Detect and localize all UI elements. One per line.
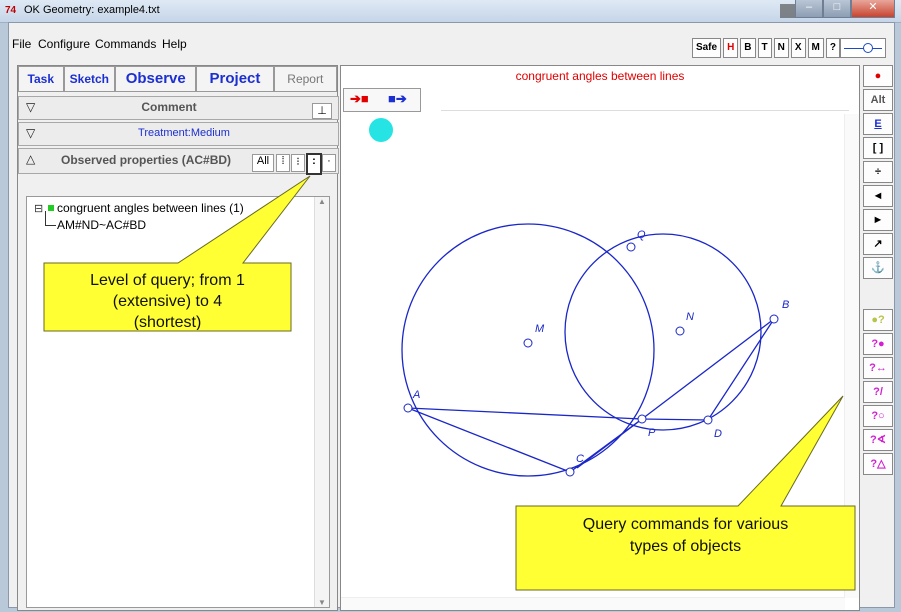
observed-properties-tree: ⊟ congruent angles between lines (1) AM#… — [26, 196, 330, 608]
point-b — [769, 314, 779, 324]
edit-button[interactable]: E — [863, 113, 893, 135]
canvas-hscroll[interactable] — [341, 597, 845, 610]
step-forward-icon[interactable]: ► — [863, 209, 893, 231]
window-title: OK Geometry: example4.txt — [24, 4, 160, 16]
bracket-button[interactable]: [ ] — [863, 137, 893, 159]
query-circle-button[interactable]: ?○ — [863, 405, 893, 427]
menu-commands[interactable]: Commands — [95, 37, 156, 51]
record-button[interactable]: ● — [863, 65, 893, 87]
divide-button[interactable]: ÷ — [863, 161, 893, 183]
comment-section[interactable]: ▽ Comment ⊥ — [18, 96, 339, 120]
menu-bar: File Configure Commands Help Safe H B T … — [9, 23, 894, 58]
label-a: A — [412, 389, 420, 401]
safe-button[interactable]: Safe — [691, 38, 722, 58]
observed-section[interactable]: △ Observed properties (AC#BD) All ⁞ ⁝ : … — [18, 148, 339, 175]
t-button[interactable]: T — [757, 38, 772, 58]
maximize-button[interactable]: □ — [823, 0, 851, 18]
menu-help[interactable]: Help — [162, 37, 187, 51]
point-c — [565, 467, 575, 477]
b-button[interactable]: B — [740, 38, 756, 58]
arrow-icon[interactable]: ↗ — [863, 233, 893, 255]
level-4-button[interactable]: · — [322, 154, 336, 172]
query-callout-text: Query commands for various types of obje… — [582, 516, 789, 555]
observed-label: Observed properties (AC#BD) — [61, 153, 232, 167]
tree-child-item[interactable]: AM#ND~AC#BD — [57, 218, 146, 232]
x-button[interactable]: X — [790, 38, 806, 58]
query-segment-button[interactable]: ?↔ — [863, 357, 893, 379]
label-p: P — [648, 427, 656, 439]
level-callout-text: Level of query; from 1 (extensive) to 4 … — [90, 272, 245, 330]
label-c: C — [576, 453, 584, 465]
query-point-grey-button[interactable]: ●? — [863, 309, 893, 331]
alt-button[interactable]: Alt — [863, 89, 893, 111]
comment-label: Comment — [141, 100, 197, 114]
menu-file[interactable]: File — [12, 37, 31, 51]
triangle-apc — [407, 407, 644, 473]
tree-root-item[interactable]: congruent angles between lines (1) — [57, 201, 244, 215]
circle-n — [564, 233, 762, 431]
label-d: D — [714, 428, 722, 440]
help-button[interactable]: ? — [825, 38, 840, 58]
tree-collapse-icon[interactable]: ⊟ — [34, 202, 43, 215]
point-q — [626, 242, 636, 252]
expand-triangle-icon[interactable]: △ — [26, 152, 35, 166]
query-angle-button[interactable]: ?∢ — [863, 429, 893, 451]
label-n: N — [686, 311, 694, 323]
minimize-button[interactable]: ‒ — [795, 0, 823, 18]
tab-project[interactable]: Project — [196, 66, 274, 92]
treatment-section[interactable]: ▽ Treatment:Medium — [18, 122, 339, 146]
label-q: Q — [637, 229, 646, 241]
point-m — [523, 338, 533, 348]
label-m: M — [535, 323, 545, 335]
point-p — [637, 414, 647, 424]
tab-report[interactable]: Report — [273, 66, 337, 92]
perpendicular-button[interactable]: ⊥ — [312, 103, 332, 119]
tab-observe[interactable]: Observe — [115, 66, 197, 92]
n-button[interactable]: N — [773, 38, 789, 58]
h-button[interactable]: H — [723, 38, 739, 58]
query-line-button[interactable]: ?/ — [863, 381, 893, 403]
right-toolbar: ● Alt E [ ] ÷ ◄ ► ↗ ⚓ ●? ?● ?↔ ?/ ?○ ?∢ … — [861, 65, 893, 535]
mode-toolbar: Safe H B T N X M ? — [691, 38, 840, 58]
step-back-icon[interactable]: ◄ — [863, 185, 893, 207]
anchor-icon[interactable]: ⚓ — [863, 257, 893, 279]
query-point-button[interactable]: ?● — [863, 333, 893, 355]
tree-connector — [45, 211, 56, 226]
left-panel: Task Sketch Observe Project Report ▽ Com… — [17, 65, 339, 611]
level-3-button[interactable]: : — [306, 153, 322, 175]
tree-scrollbar[interactable]: ▲ ▼ — [314, 197, 329, 607]
point-n — [675, 326, 685, 336]
level-all-button[interactable]: All — [252, 154, 274, 172]
close-button[interactable]: ✕ — [851, 0, 895, 18]
menu-configure[interactable]: Configure — [38, 37, 90, 51]
window-titlebar: 74 OK Geometry: example4.txt ‒ □ ✕ — [0, 0, 901, 23]
treatment-label: Treatment:Medium — [138, 127, 230, 139]
speed-slider[interactable] — [840, 38, 886, 58]
level-1-button[interactable]: ⁞ — [276, 154, 290, 172]
point-a — [403, 403, 413, 413]
level-2-button[interactable]: ⁝ — [291, 154, 305, 172]
query-triangle-button[interactable]: ?△ — [863, 453, 893, 475]
point-d — [703, 415, 713, 425]
tab-sketch[interactable]: Sketch — [63, 66, 116, 92]
app-icon: 74 — [5, 5, 17, 16]
m-button[interactable]: M — [807, 38, 824, 58]
tab-task[interactable]: Task — [18, 66, 64, 92]
label-b: B — [782, 299, 789, 311]
